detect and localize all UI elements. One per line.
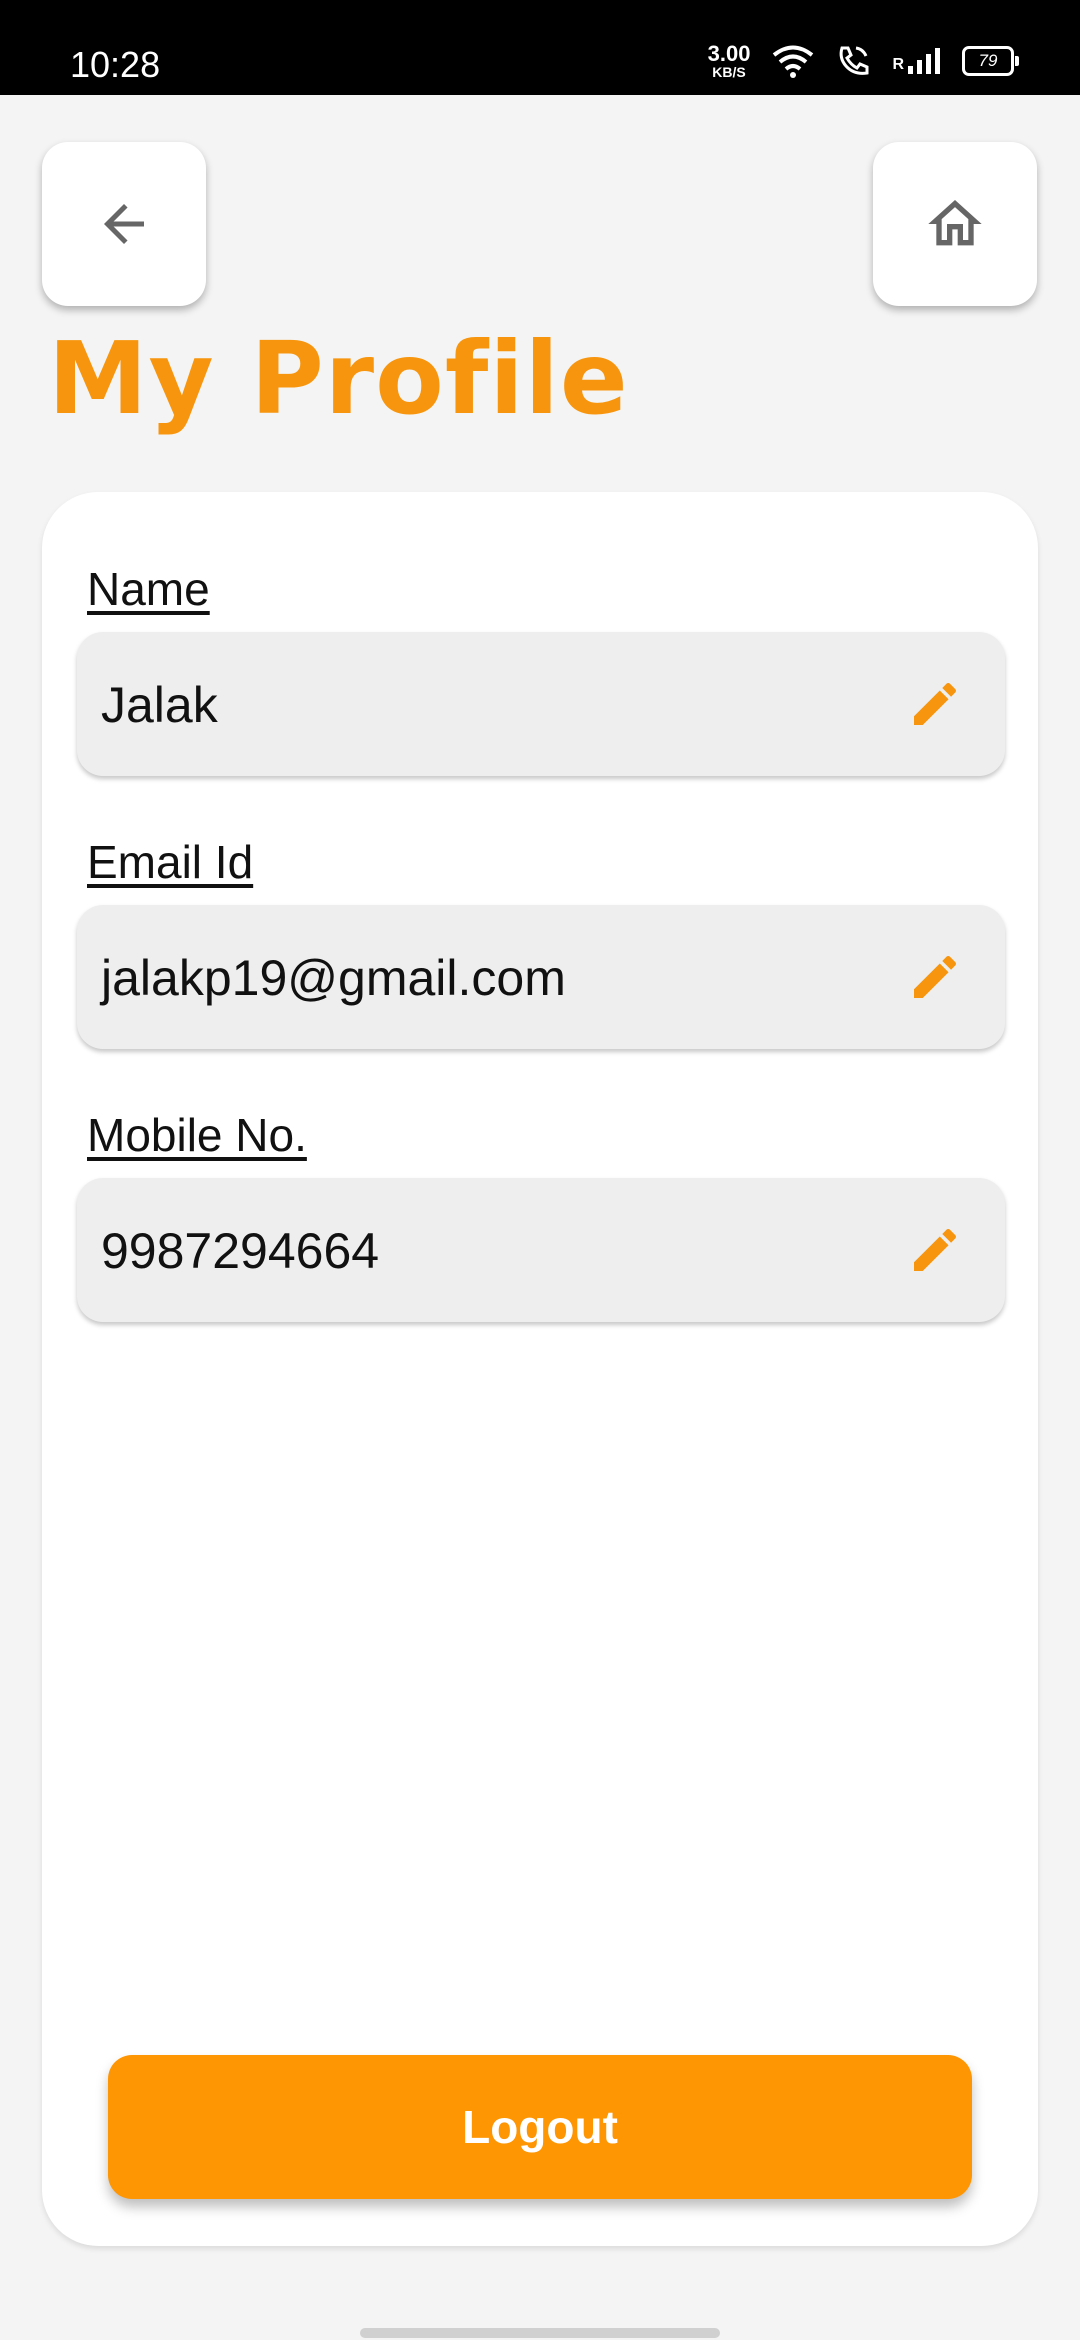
name-label: Name xyxy=(87,563,210,615)
mobile-label: Mobile No. xyxy=(87,1109,307,1161)
signal-icon: R xyxy=(892,48,940,74)
back-arrow-icon xyxy=(104,204,144,244)
status-time: 10:28 xyxy=(70,44,161,85)
name-field[interactable]: Jalak xyxy=(77,632,1005,776)
back-button[interactable] xyxy=(42,142,206,306)
email-value: jalakp19@gmail.com xyxy=(101,950,566,1006)
home-button[interactable] xyxy=(873,142,1037,306)
home-icon xyxy=(928,200,982,246)
status-bar: 10:28 3.00 KB/S R 79 xyxy=(0,0,1080,95)
edit-email-icon[interactable] xyxy=(907,949,963,1005)
wifi-calling-icon xyxy=(840,46,869,75)
email-label: Email Id xyxy=(87,836,254,888)
status-icons: 3.00 KB/S R 79 xyxy=(707,41,1019,80)
profile-card: Name Jalak Email Id jalakp19@gmail.com M… xyxy=(42,492,1038,2246)
mobile-value: 9987294664 xyxy=(101,1223,380,1279)
page-title: My Profile xyxy=(48,320,629,437)
network-speed-unit: KB/S xyxy=(712,64,746,80)
name-value: Jalak xyxy=(101,677,218,733)
network-speed: 3.00 KB/S xyxy=(707,41,751,80)
network-speed-value: 3.00 xyxy=(707,41,751,66)
gesture-bar[interactable] xyxy=(360,2328,720,2338)
mobile-field[interactable]: 9987294664 xyxy=(77,1178,1005,1322)
edit-name-icon[interactable] xyxy=(907,676,963,732)
edit-mobile-icon[interactable] xyxy=(907,1222,963,1278)
wifi-icon xyxy=(773,45,814,78)
roaming-indicator: R xyxy=(892,56,904,73)
email-field[interactable]: jalakp19@gmail.com xyxy=(77,905,1005,1049)
battery-level: 79 xyxy=(978,51,998,70)
logout-button[interactable]: Logout xyxy=(108,2055,972,2199)
battery-icon: 79 xyxy=(962,46,1019,76)
